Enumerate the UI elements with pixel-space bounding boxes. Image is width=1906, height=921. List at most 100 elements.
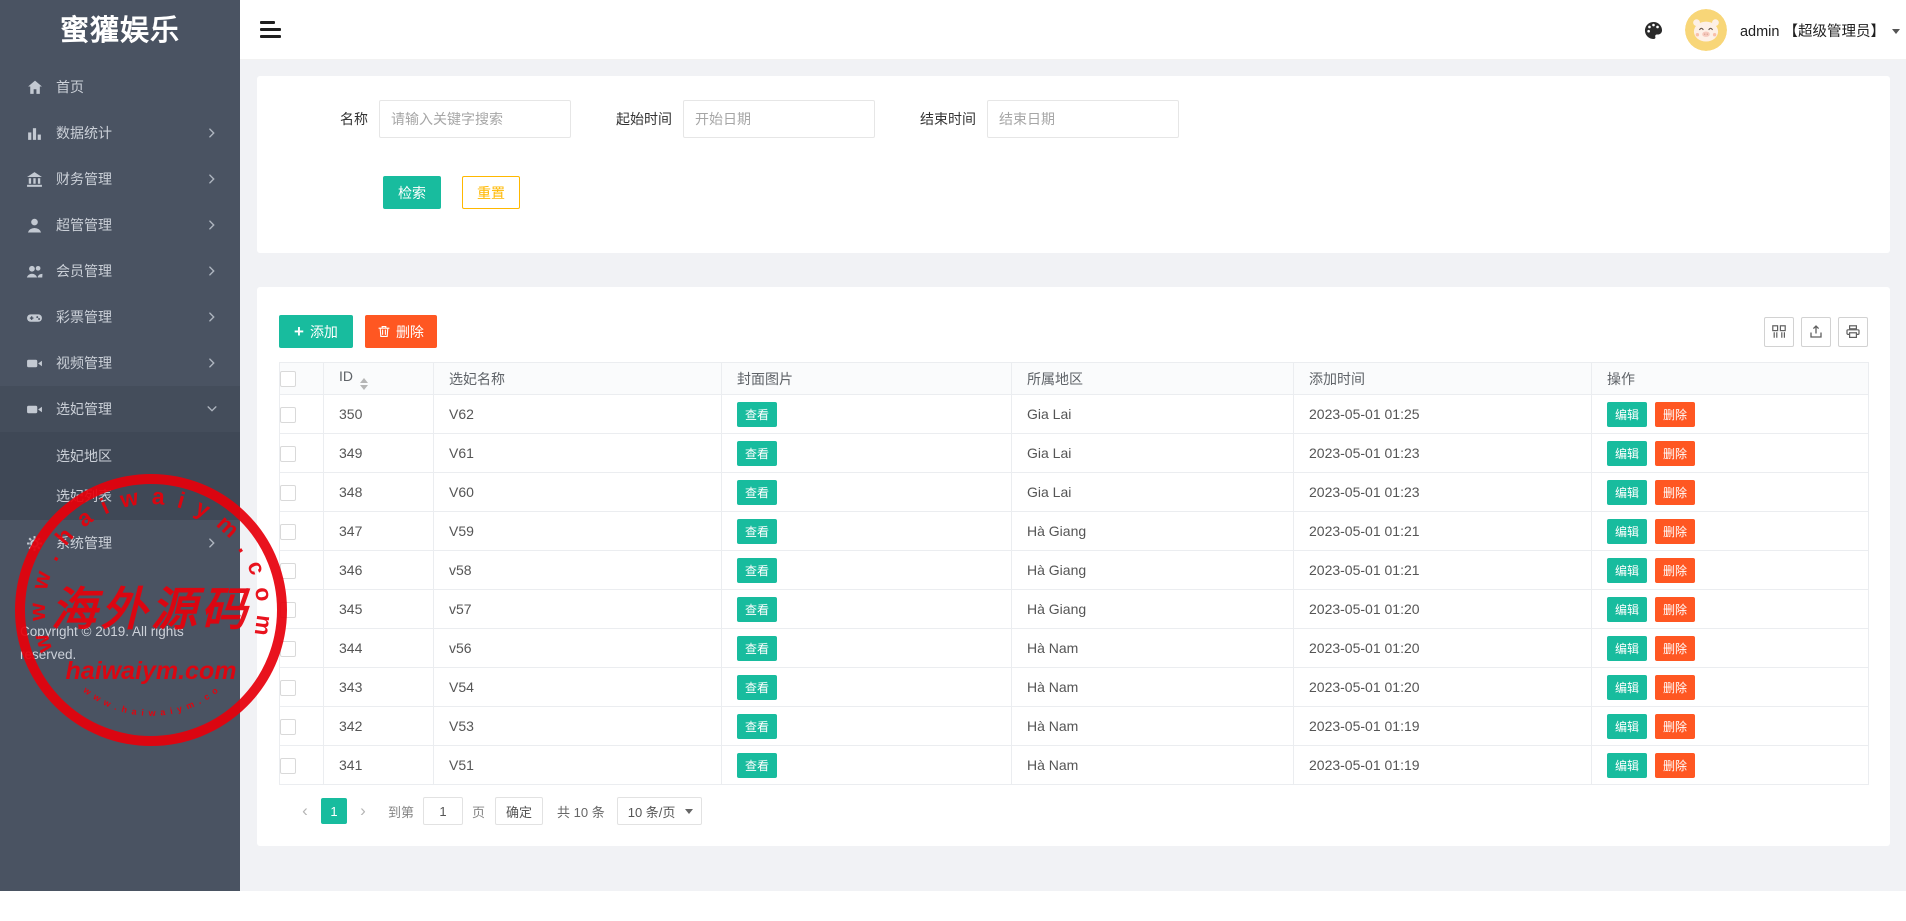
- sidebar-item-lottery[interactable]: 彩票管理: [0, 294, 240, 340]
- row-checkbox[interactable]: [280, 758, 296, 774]
- cell-time: 2023-05-01 01:20: [1294, 629, 1592, 668]
- page-size-select[interactable]: 10 条/页: [617, 797, 703, 825]
- view-cover-button[interactable]: 查看: [737, 402, 777, 427]
- cell-name: V53: [434, 707, 722, 746]
- row-checkbox[interactable]: [280, 719, 296, 735]
- view-cover-button[interactable]: 查看: [737, 519, 777, 544]
- sidebar-item-system[interactable]: 系统管理: [0, 520, 240, 566]
- print-icon: [1845, 324, 1861, 340]
- search-button[interactable]: 检索: [383, 176, 441, 209]
- menu-toggle-icon[interactable]: [260, 21, 282, 39]
- delete-row-button[interactable]: 删除: [1655, 714, 1695, 739]
- prev-page-icon[interactable]: ‹: [294, 798, 316, 824]
- view-cover-button[interactable]: 查看: [737, 636, 777, 661]
- cell-region: Gia Lai: [1012, 395, 1294, 434]
- columns-icon: [1771, 324, 1787, 340]
- cell-name: v58: [434, 551, 722, 590]
- plus-icon: +: [294, 323, 304, 340]
- reset-button[interactable]: 重置: [462, 176, 520, 209]
- row-checkbox[interactable]: [280, 680, 296, 696]
- delete-row-button[interactable]: 删除: [1655, 558, 1695, 583]
- filter-columns-button[interactable]: [1764, 317, 1794, 347]
- row-checkbox[interactable]: [280, 485, 296, 501]
- row-checkbox[interactable]: [280, 563, 296, 579]
- video-icon: [26, 355, 43, 372]
- export-button[interactable]: [1801, 317, 1831, 347]
- end-time-label: 结束时间: [920, 109, 976, 129]
- edit-button[interactable]: 编辑: [1607, 441, 1647, 466]
- delete-row-button[interactable]: 删除: [1655, 675, 1695, 700]
- cell-name: V60: [434, 473, 722, 512]
- cell-region: Hà Giang: [1012, 512, 1294, 551]
- sidebar-item-consort[interactable]: 选妃管理: [0, 386, 240, 432]
- delete-row-button[interactable]: 删除: [1655, 480, 1695, 505]
- chevron-right-icon: [206, 173, 218, 185]
- delete-row-button[interactable]: 删除: [1655, 753, 1695, 778]
- cell-id: 346: [324, 551, 434, 590]
- current-page[interactable]: 1: [321, 798, 347, 824]
- theme-palette-icon[interactable]: [1644, 21, 1663, 40]
- view-cover-button[interactable]: 查看: [737, 597, 777, 622]
- edit-button[interactable]: 编辑: [1607, 753, 1647, 778]
- row-checkbox[interactable]: [280, 407, 296, 423]
- goto-page-input[interactable]: [423, 797, 463, 825]
- sidebar-subitem-consort-list[interactable]: 选妃列表: [0, 476, 240, 516]
- chevron-right-icon: [206, 311, 218, 323]
- sidebar-item-members[interactable]: 会员管理: [0, 248, 240, 294]
- view-cover-button[interactable]: 查看: [737, 714, 777, 739]
- delete-row-button[interactable]: 删除: [1655, 597, 1695, 622]
- delete-row-button[interactable]: 删除: [1655, 636, 1695, 661]
- chevron-down-icon: [1892, 29, 1900, 34]
- confirm-page-button[interactable]: 确定: [495, 797, 543, 825]
- sidebar-item-superadmin[interactable]: 超管管理: [0, 202, 240, 248]
- delete-row-button[interactable]: 删除: [1655, 519, 1695, 544]
- user-avatar[interactable]: [1685, 9, 1727, 51]
- edit-button[interactable]: 编辑: [1607, 519, 1647, 544]
- row-checkbox[interactable]: [280, 446, 296, 462]
- edit-button[interactable]: 编辑: [1607, 636, 1647, 661]
- delete-row-button[interactable]: 删除: [1655, 441, 1695, 466]
- chevron-right-icon: [206, 537, 218, 549]
- main-content: 名称 起始时间 结束时间 检索 重置 +: [240, 60, 1906, 891]
- view-cover-button[interactable]: 查看: [737, 558, 777, 583]
- batch-delete-button[interactable]: 删除: [365, 315, 437, 348]
- next-page-icon[interactable]: ›: [352, 798, 374, 824]
- select-all-checkbox[interactable]: [280, 371, 296, 387]
- print-button[interactable]: [1838, 317, 1868, 347]
- view-cover-button[interactable]: 查看: [737, 441, 777, 466]
- chevron-right-icon: [206, 219, 218, 231]
- row-checkbox[interactable]: [280, 524, 296, 540]
- table-row: 343V54查看Hà Nam2023-05-01 01:20编辑删除: [280, 668, 1869, 707]
- add-button[interactable]: + 添加: [279, 315, 353, 348]
- edit-button[interactable]: 编辑: [1607, 597, 1647, 622]
- edit-button[interactable]: 编辑: [1607, 714, 1647, 739]
- delete-row-button[interactable]: 删除: [1655, 402, 1695, 427]
- sidebar-item-home[interactable]: 首页: [0, 64, 240, 110]
- edit-button[interactable]: 编辑: [1607, 480, 1647, 505]
- video-icon: [26, 401, 43, 418]
- sidebar-item-stats[interactable]: 数据统计: [0, 110, 240, 156]
- sidebar-subitem-consort-region[interactable]: 选妃地区: [0, 436, 240, 476]
- cell-id: 341: [324, 746, 434, 785]
- sidebar-item-video[interactable]: 视频管理: [0, 340, 240, 386]
- sidebar: 蜜獾娱乐 首页数据统计财务管理超管管理会员管理彩票管理视频管理选妃管理选妃地区选…: [0, 0, 240, 891]
- edit-button[interactable]: 编辑: [1607, 402, 1647, 427]
- start-date-input[interactable]: [683, 100, 875, 138]
- table-row: 350V62查看Gia Lai2023-05-01 01:25编辑删除: [280, 395, 1869, 434]
- edit-button[interactable]: 编辑: [1607, 675, 1647, 700]
- edit-button[interactable]: 编辑: [1607, 558, 1647, 583]
- cell-region: Hà Nam: [1012, 746, 1294, 785]
- users-icon: [26, 263, 43, 280]
- cell-time: 2023-05-01 01:23: [1294, 434, 1592, 473]
- username-dropdown[interactable]: admin 【超级管理员】: [1740, 20, 1900, 41]
- table-row: 344v56查看Hà Nam2023-05-01 01:20编辑删除: [280, 629, 1869, 668]
- keyword-input[interactable]: [379, 100, 571, 138]
- view-cover-button[interactable]: 查看: [737, 675, 777, 700]
- view-cover-button[interactable]: 查看: [737, 753, 777, 778]
- row-checkbox[interactable]: [280, 602, 296, 618]
- sort-control[interactable]: [360, 378, 368, 390]
- view-cover-button[interactable]: 查看: [737, 480, 777, 505]
- end-date-input[interactable]: [987, 100, 1179, 138]
- sidebar-item-finance[interactable]: 财务管理: [0, 156, 240, 202]
- row-checkbox[interactable]: [280, 641, 296, 657]
